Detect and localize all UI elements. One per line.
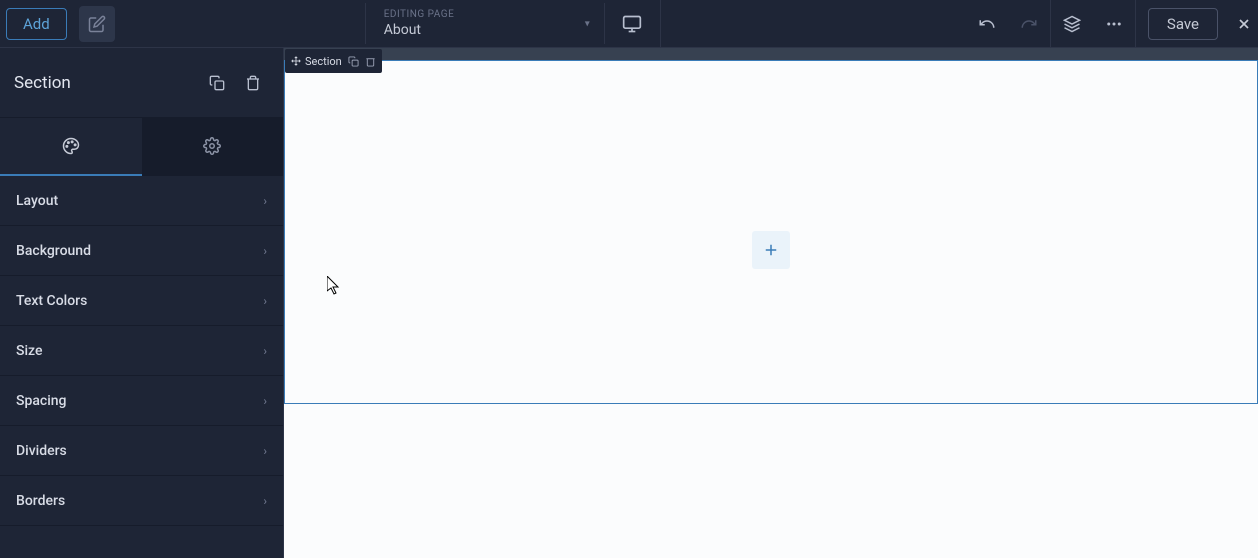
edit-mode-button[interactable] bbox=[79, 6, 115, 42]
chevron-down-icon: ▾ bbox=[585, 18, 590, 29]
cursor-icon bbox=[327, 276, 341, 296]
chevron-right-icon: › bbox=[263, 394, 267, 408]
canvas[interactable]: Section bbox=[284, 48, 1258, 558]
separator bbox=[1135, 0, 1136, 48]
property-dividers[interactable]: Dividers › bbox=[0, 426, 283, 476]
property-spacing[interactable]: Spacing › bbox=[0, 376, 283, 426]
canvas-empty-area[interactable] bbox=[284, 404, 1258, 558]
desktop-icon bbox=[622, 14, 642, 34]
pencil-square-icon bbox=[88, 15, 106, 33]
property-list: Layout › Background › Text Colors › Size… bbox=[0, 176, 283, 526]
more-horizontal-icon bbox=[1105, 15, 1123, 33]
chevron-right-icon: › bbox=[263, 194, 267, 208]
trash-icon bbox=[365, 56, 376, 67]
section-toolbar: Section bbox=[285, 49, 382, 73]
layers-icon bbox=[1063, 15, 1081, 33]
property-background[interactable]: Background › bbox=[0, 226, 283, 276]
topbar-right: Save bbox=[966, 0, 1258, 48]
section-delete-button[interactable] bbox=[365, 56, 376, 67]
property-borders[interactable]: Borders › bbox=[0, 476, 283, 526]
topbar-left: Add bbox=[0, 6, 115, 42]
property-label: Background bbox=[16, 243, 91, 259]
close-button[interactable] bbox=[1230, 0, 1258, 48]
property-layout[interactable]: Layout › bbox=[0, 176, 283, 226]
sidebar-title: Section bbox=[14, 73, 197, 93]
duplicate-section-button[interactable] bbox=[201, 67, 233, 99]
property-label: Dividers bbox=[16, 443, 67, 459]
chevron-right-icon: › bbox=[263, 344, 267, 358]
palette-icon bbox=[62, 137, 80, 155]
property-label: Size bbox=[16, 343, 42, 359]
gear-icon bbox=[203, 137, 221, 155]
topbar: Add EDITING PAGE About ▾ Save bbox=[0, 0, 1258, 48]
chevron-right-icon: › bbox=[263, 244, 267, 258]
property-size[interactable]: Size › bbox=[0, 326, 283, 376]
redo-icon bbox=[1020, 15, 1038, 33]
section-toolbar-label[interactable]: Section bbox=[291, 55, 342, 68]
add-button[interactable]: Add bbox=[6, 8, 67, 40]
trash-icon bbox=[245, 75, 261, 91]
property-text-colors[interactable]: Text Colors › bbox=[0, 276, 283, 326]
redo-button[interactable] bbox=[1008, 0, 1050, 48]
page-selector[interactable]: EDITING PAGE About ▾ bbox=[365, 3, 605, 44]
chevron-right-icon: › bbox=[263, 494, 267, 508]
layers-button[interactable] bbox=[1051, 0, 1093, 48]
section-duplicate-button[interactable] bbox=[348, 56, 359, 67]
main: Section Layout › Background › bbox=[0, 48, 1258, 558]
tab-style[interactable] bbox=[0, 118, 142, 176]
chevron-right-icon: › bbox=[263, 444, 267, 458]
sidebar: Section Layout › Background › bbox=[0, 48, 284, 558]
save-button[interactable]: Save bbox=[1148, 8, 1218, 40]
sidebar-header: Section bbox=[0, 48, 283, 118]
property-label: Text Colors bbox=[16, 293, 87, 309]
property-label: Layout bbox=[16, 193, 58, 209]
chevron-right-icon: › bbox=[263, 294, 267, 308]
topbar-center: EDITING PAGE About ▾ bbox=[365, 0, 966, 48]
undo-button[interactable] bbox=[966, 0, 1008, 48]
canvas-section[interactable]: Section bbox=[284, 60, 1258, 404]
close-icon bbox=[1236, 16, 1252, 32]
property-label: Spacing bbox=[16, 393, 67, 409]
tab-settings[interactable] bbox=[142, 118, 284, 176]
delete-section-button[interactable] bbox=[237, 67, 269, 99]
more-button[interactable] bbox=[1093, 0, 1135, 48]
add-block-button[interactable] bbox=[752, 231, 790, 269]
page-selector-value: About bbox=[384, 22, 586, 38]
section-label-text: Section bbox=[305, 55, 342, 68]
sidebar-tabs bbox=[0, 118, 283, 176]
undo-icon bbox=[978, 15, 996, 33]
copy-icon bbox=[348, 56, 359, 67]
move-icon bbox=[291, 56, 301, 66]
device-preview-button[interactable] bbox=[605, 0, 661, 48]
plus-icon bbox=[762, 241, 780, 259]
page-selector-label: EDITING PAGE bbox=[384, 9, 586, 20]
copy-icon bbox=[209, 75, 225, 91]
property-label: Borders bbox=[16, 493, 65, 509]
